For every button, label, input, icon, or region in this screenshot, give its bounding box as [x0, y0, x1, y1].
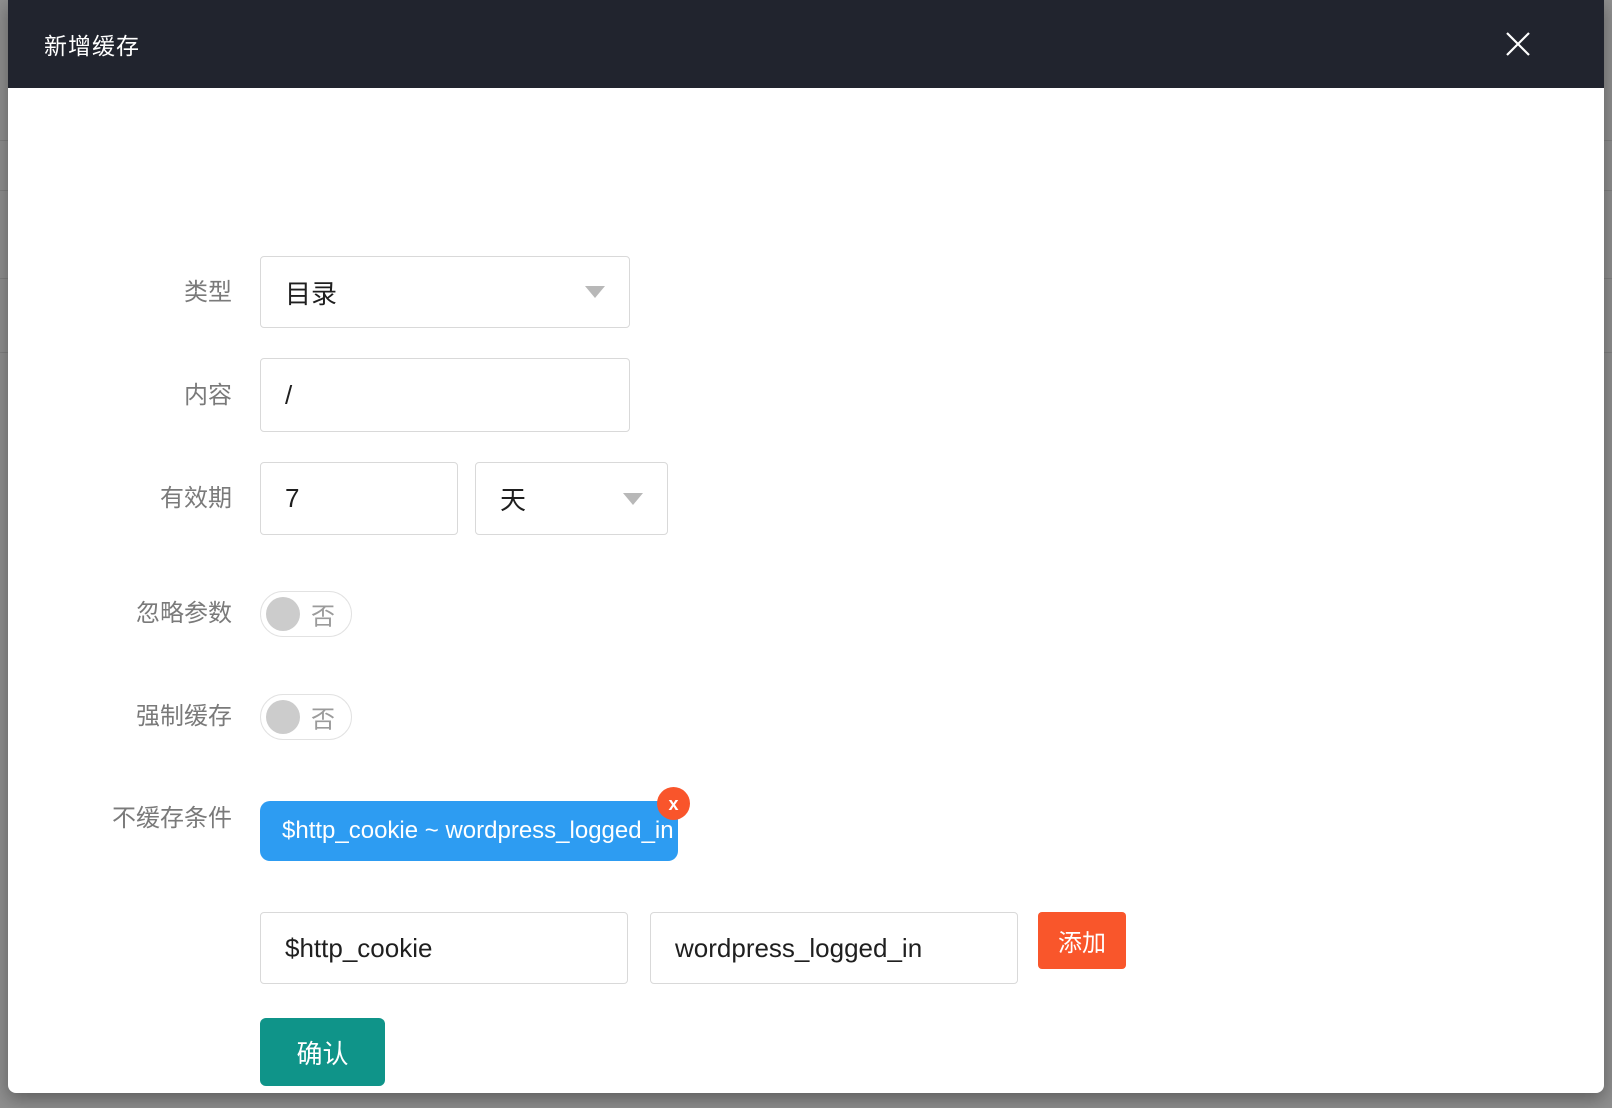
validity-label: 有效期 [64, 487, 232, 511]
no-cache-condition-tag: $http_cookie ~ wordpress_logged_in [260, 801, 678, 861]
close-button[interactable] [1502, 28, 1534, 60]
close-icon [1503, 29, 1533, 59]
validity-value-input[interactable] [260, 462, 458, 535]
modal-header: 新增缓存 [8, 0, 1604, 88]
chevron-down-icon [585, 286, 605, 298]
validity-unit-select[interactable]: 天 [475, 462, 668, 535]
add-condition-button[interactable]: 添加 [1038, 912, 1126, 969]
condition-key-input[interactable] [260, 912, 628, 984]
add-cache-modal: 新增缓存 类型 目录 内容 有效期 天 忽略参数 否 [8, 0, 1604, 1093]
chevron-down-icon [623, 493, 643, 505]
ignore-params-label: 忽略参数 [64, 602, 232, 626]
toggle-state-text: 否 [311, 597, 335, 632]
toggle-state-text: 否 [311, 700, 335, 735]
force-cache-toggle[interactable]: 否 [260, 694, 352, 740]
validity-unit-value: 天 [500, 480, 623, 517]
toggle-knob [266, 700, 300, 734]
type-select-value: 目录 [285, 274, 585, 311]
force-cache-label: 强制缓存 [64, 705, 232, 729]
modal-title: 新增缓存 [44, 27, 140, 61]
condition-value-input[interactable] [650, 912, 1018, 984]
type-label: 类型 [64, 281, 232, 305]
toggle-knob [266, 597, 300, 631]
content-input[interactable] [260, 358, 630, 432]
confirm-button[interactable]: 确认 [260, 1018, 385, 1086]
type-select[interactable]: 目录 [260, 256, 630, 328]
content-label: 内容 [64, 384, 232, 408]
modal-body: 类型 目录 内容 有效期 天 忽略参数 否 强制缓存 否 不缓存条件 $h [8, 88, 1604, 1093]
ignore-params-toggle[interactable]: 否 [260, 591, 352, 637]
condition-tag-text: $http_cookie ~ wordpress_logged_in [282, 817, 674, 845]
remove-condition-button[interactable]: x [657, 787, 690, 820]
remove-x-icon: x [668, 795, 678, 813]
no-cache-condition-label: 不缓存条件 [64, 807, 232, 831]
